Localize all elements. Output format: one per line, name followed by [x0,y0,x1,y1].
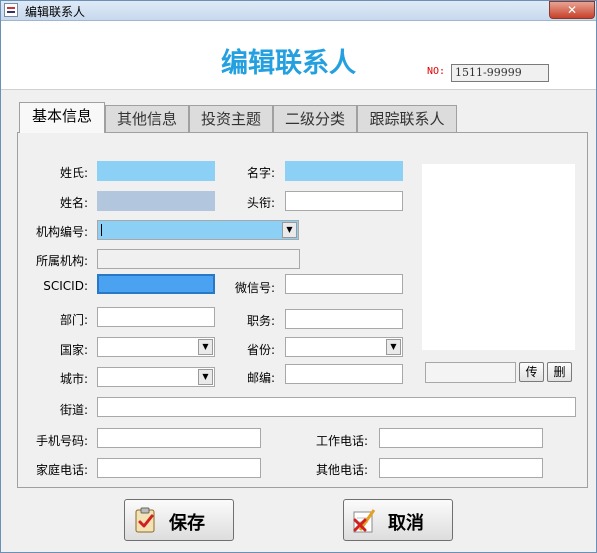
tab-investment-topic[interactable]: 投资主题 [189,105,273,132]
chevron-down-icon[interactable]: ▼ [198,339,213,355]
close-button[interactable]: ✕ [549,1,595,19]
cancel-button[interactable]: 取消 [343,499,453,541]
app-icon [4,3,18,17]
city-select[interactable]: ▼ [97,367,215,387]
scicid-input[interactable] [97,274,215,294]
photo-path-field [425,362,516,383]
wechat-input[interactable] [285,274,403,294]
header: 编辑联系人 NO: 1511-99999 [1,21,596,90]
chevron-down-icon[interactable]: ▼ [386,339,401,355]
edit-cancel-icon [353,509,376,533]
text-caret [101,224,102,236]
scicid-label: SCICID: [43,279,88,293]
surname-label: 姓氏: [59,166,88,180]
position-input[interactable] [285,309,403,329]
country-select[interactable]: ▼ [97,337,215,357]
mobile-input[interactable] [97,428,261,448]
org-code-select[interactable]: ▼ [97,220,299,240]
province-label: 省份: [246,343,275,357]
delete-photo-button[interactable]: 删 [547,362,572,382]
chevron-down-icon[interactable]: ▼ [198,369,213,385]
clipboard-check-icon [135,507,155,533]
department-label: 部门: [59,313,88,327]
province-select[interactable]: ▼ [285,337,403,357]
tab-secondary-category[interactable]: 二级分类 [273,105,357,132]
chevron-down-icon[interactable]: ▼ [282,222,297,238]
postcode-label: 邮编: [246,371,275,385]
position-label: 职务: [246,314,275,328]
tab-other-info[interactable]: 其他信息 [105,105,189,132]
cancel-button-label: 取消 [388,513,424,534]
city-label: 城市: [59,372,88,386]
department-input[interactable] [97,307,215,327]
work-phone-label: 工作电话: [315,434,368,448]
surname-input[interactable] [97,161,215,181]
given-name-input[interactable] [285,161,403,181]
other-phone-input[interactable] [379,458,543,478]
title-label: 头衔: [246,196,275,210]
other-phone-label: 其他电话: [315,463,368,477]
tab-tracking-contact[interactable]: 跟踪联系人 [357,105,457,132]
title-bar: 编辑联系人 ✕ [1,1,596,21]
org-name-label: 所属机构: [35,254,88,268]
record-number-field: 1511-99999 [451,64,549,82]
full-name-input[interactable] [97,191,215,211]
country-label: 国家: [59,343,88,357]
work-phone-input[interactable] [379,428,543,448]
home-phone-label: 家庭电话: [35,463,88,477]
mobile-label: 手机号码: [35,434,88,448]
org-code-label: 机构编号: [35,225,88,239]
street-input[interactable] [97,397,576,417]
save-button-label: 保存 [169,513,205,534]
org-name-field [97,249,300,269]
full-name-label: 姓名: [59,196,88,210]
given-name-label: 名字: [246,166,275,180]
street-label: 街道: [59,403,88,417]
upload-photo-button[interactable]: 传 [519,362,544,382]
edit-contact-window: 编辑联系人 ✕ 编辑联系人 NO: 1511-99999 基本信息 其他信息 投… [0,0,597,553]
postcode-input[interactable] [285,364,403,384]
photo-preview [422,164,575,350]
record-number-label: NO: [427,66,446,77]
home-phone-input[interactable] [97,458,261,478]
tab-basic-info[interactable]: 基本信息 [19,102,105,133]
save-button[interactable]: 保存 [124,499,234,541]
title-input[interactable] [285,191,403,211]
window-title: 编辑联系人 [25,5,86,19]
wechat-label: 微信号: [234,281,275,295]
